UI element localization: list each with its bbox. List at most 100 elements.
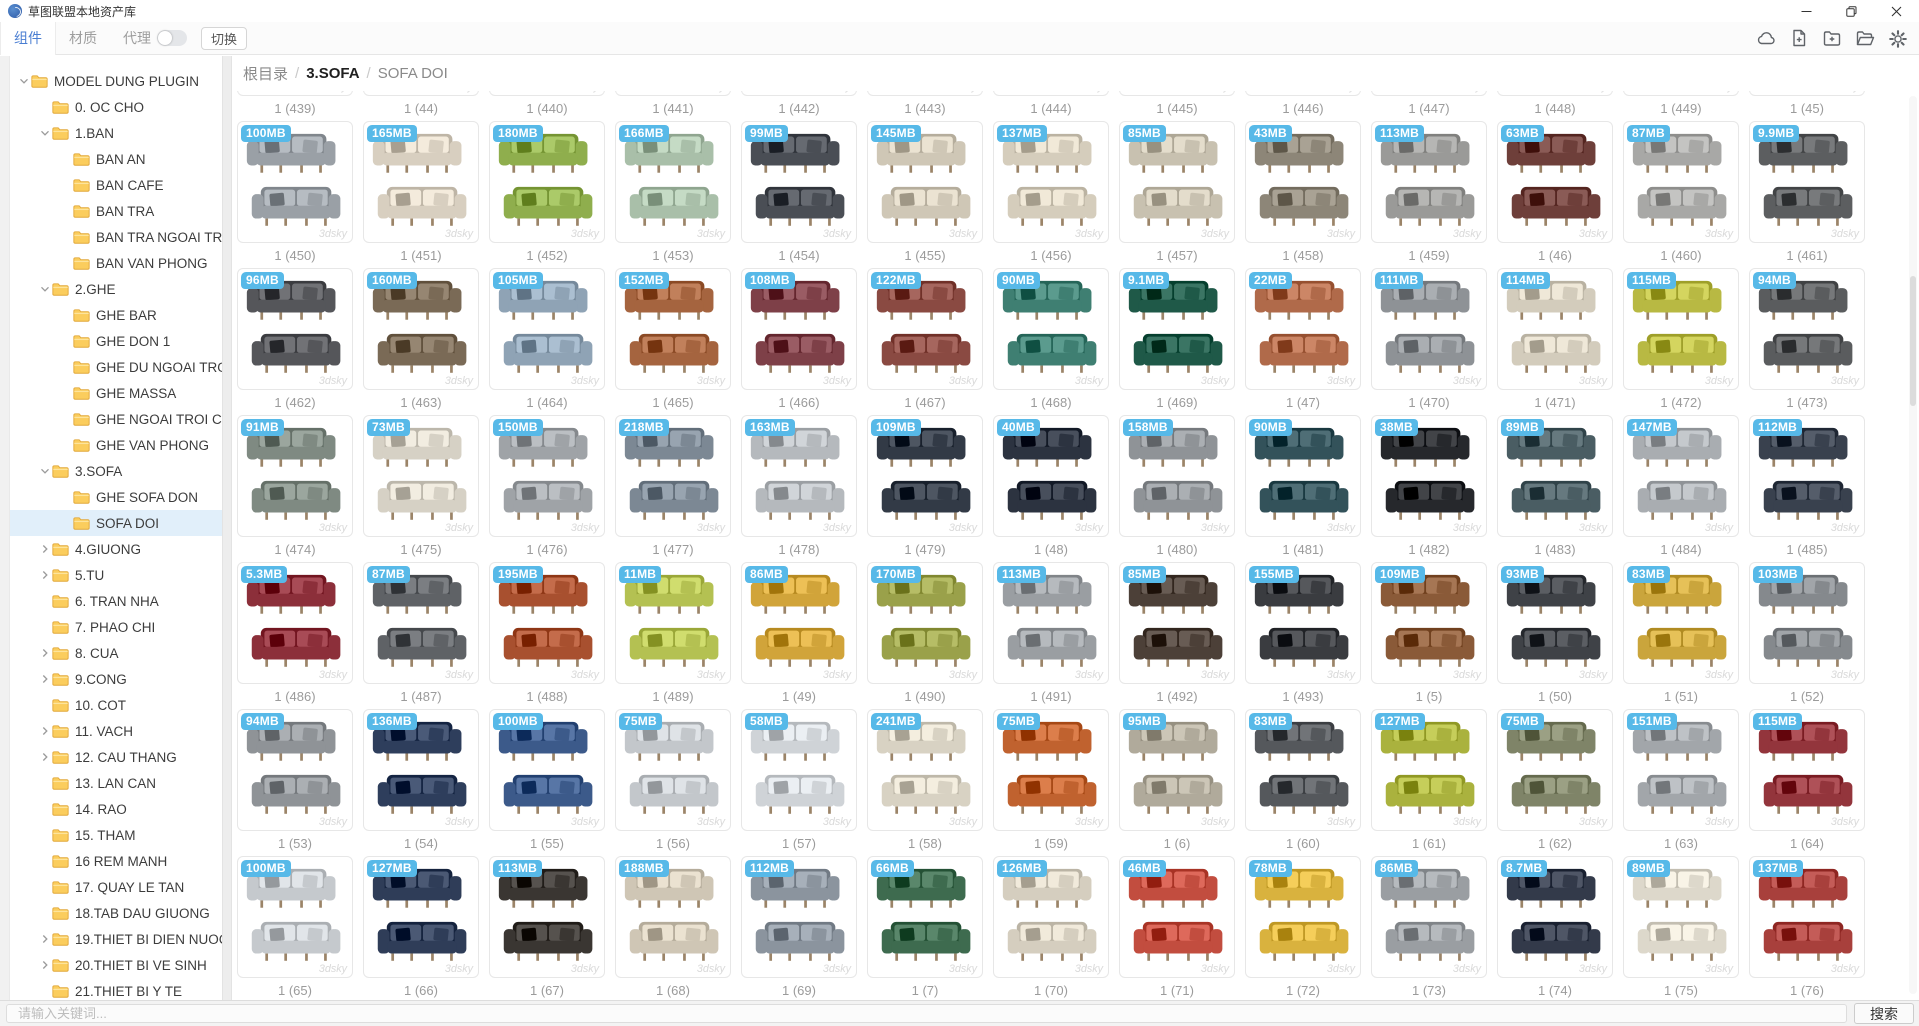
tree-item-ban-tra[interactable]: BAN TRA [10, 198, 222, 224]
switch-button[interactable]: 切换 [201, 27, 247, 50]
asset-card[interactable]: 3dsky165MB [363, 121, 479, 243]
tree-item-13-lan-can[interactable]: 13. LAN CAN [10, 770, 222, 796]
asset-card[interactable]: 3dsky95MB [1119, 709, 1235, 831]
asset-card[interactable]: 3dsky87MB [1623, 121, 1739, 243]
asset-card[interactable]: 3dsky96MB [237, 268, 353, 390]
asset-card[interactable]: 3dsky11MB [615, 562, 731, 684]
tree-item-ban-cafe[interactable]: BAN CAFE [10, 172, 222, 198]
asset-card[interactable]: 3dsky43MB [1245, 121, 1361, 243]
asset-card[interactable]: 3dsky111MB [1371, 268, 1487, 390]
file-plus-icon[interactable] [1786, 26, 1812, 52]
asset-card[interactable]: 3dsky90MB [1245, 415, 1361, 537]
asset-card[interactable]: 3dsky108MB [741, 268, 857, 390]
cloud-icon[interactable] [1753, 26, 1779, 52]
asset-card[interactable]: 3dsky9.1MB [1119, 268, 1235, 390]
asset-card[interactable]: 3dsky40MB [993, 415, 1109, 537]
asset-card[interactable]: 3dsky160MB [363, 268, 479, 390]
asset-card[interactable]: 3dsky63MB [1497, 121, 1613, 243]
asset-card[interactable]: 3dsky163MB [741, 415, 857, 537]
asset-card[interactable]: 3dsky73MB [363, 415, 479, 537]
tree-item-ban-an[interactable]: BAN AN [10, 146, 222, 172]
chevron-right-icon[interactable] [37, 569, 52, 581]
asset-card[interactable]: 3dsky195MB [489, 562, 605, 684]
asset-card[interactable]: 3dsky58MB [741, 709, 857, 831]
asset-card[interactable]: 3dsky94MB [1749, 268, 1865, 390]
asset-card[interactable]: 3dsky94MB [237, 709, 353, 831]
asset-card[interactable]: 3dsky90MB [993, 268, 1109, 390]
asset-card[interactable]: 3dsky99MB [741, 121, 857, 243]
tree-item-12-cau-thang[interactable]: 12. CAU THANG [10, 744, 222, 770]
asset-card[interactable]: 3dsky170MB [867, 562, 983, 684]
asset-card[interactable]: 3dsky109MB [867, 415, 983, 537]
asset-card[interactable]: 3dsky [1749, 91, 1865, 96]
tree-item-0-oc-cho[interactable]: 0. OC CHO [10, 94, 222, 120]
tree-item-ghe-du-ngoai-troi[interactable]: GHE DU NGOAI TROI [10, 354, 222, 380]
asset-card[interactable]: 3dsky127MB [1371, 709, 1487, 831]
asset-card[interactable]: 3dsky [237, 91, 353, 96]
asset-card[interactable]: 3dsky113MB [489, 856, 605, 978]
asset-card[interactable]: 3dsky103MB [1749, 562, 1865, 684]
asset-card[interactable]: 3dsky86MB [741, 562, 857, 684]
asset-card[interactable]: 3dsky46MB [1119, 856, 1235, 978]
tree-item-15-tham[interactable]: 15. THAM [10, 822, 222, 848]
chevron-right-icon[interactable] [37, 673, 52, 685]
asset-card[interactable]: 3dsky89MB [1497, 415, 1613, 537]
asset-card[interactable]: 3dsky113MB [993, 562, 1109, 684]
asset-card[interactable]: 3dsky5.3MB [237, 562, 353, 684]
chevron-right-icon[interactable] [37, 751, 52, 763]
search-button[interactable]: 搜索 [1854, 1003, 1914, 1024]
asset-card[interactable]: 3dsky [1119, 91, 1235, 96]
tree-item-7-phao-chi[interactable]: 7. PHAO CHI [10, 614, 222, 640]
tree-item-ban-van-phong[interactable]: BAN VAN PHONG [10, 250, 222, 276]
asset-card[interactable]: 3dsky38MB [1371, 415, 1487, 537]
asset-card[interactable]: 3dsky127MB [363, 856, 479, 978]
asset-card[interactable]: 3dsky150MB [489, 415, 605, 537]
tree-item-2-ghe[interactable]: 2.GHE [10, 276, 222, 302]
tree-item-sofa-doi[interactable]: SOFA DOI [10, 510, 222, 536]
asset-card[interactable]: 3dsky85MB [1119, 121, 1235, 243]
asset-card[interactable]: 3dsky [1371, 91, 1487, 96]
asset-card[interactable]: 3dsky75MB [993, 709, 1109, 831]
asset-card[interactable]: 3dsky152MB [615, 268, 731, 390]
asset-card[interactable]: 3dsky75MB [1497, 709, 1613, 831]
asset-card[interactable]: 3dsky188MB [615, 856, 731, 978]
tree-item-16-rem-manh[interactable]: 16 REM MANH [10, 848, 222, 874]
asset-card[interactable]: 3dsky155MB [1245, 562, 1361, 684]
proxy-toggle[interactable] [157, 30, 187, 46]
asset-card[interactable]: 3dsky158MB [1119, 415, 1235, 537]
maximize-restore-button[interactable] [1829, 0, 1874, 22]
tree-item-ghe-bar[interactable]: GHE BAR [10, 302, 222, 328]
asset-card[interactable]: 3dsky136MB [363, 709, 479, 831]
tab-materials[interactable]: 材质 [56, 22, 110, 55]
asset-card[interactable]: 3dsky75MB [615, 709, 731, 831]
asset-card[interactable]: 3dsky151MB [1623, 709, 1739, 831]
tree-item-ban-tra-ngoai-troi[interactable]: BAN TRA NGOAI TROI [10, 224, 222, 250]
tree-item-20-thiet-bi-ve-sinh[interactable]: 20.THIET BI VE SINH [10, 952, 222, 978]
asset-card[interactable]: 3dsky122MB [867, 268, 983, 390]
chevron-down-icon[interactable] [16, 75, 31, 87]
tree-item-ghe-sofa-don[interactable]: GHE SOFA DON [10, 484, 222, 510]
asset-card[interactable]: 3dsky86MB [1371, 856, 1487, 978]
tree-item-17-quay-le-tan[interactable]: 17. QUAY LE TAN [10, 874, 222, 900]
asset-card[interactable]: 3dsky83MB [1623, 562, 1739, 684]
sidebar-scrollbar[interactable] [0, 56, 10, 1000]
tree-item-9-cong[interactable]: 9.CONG [10, 666, 222, 692]
tree-item-3-sofa[interactable]: 3.SOFA [10, 458, 222, 484]
asset-card[interactable]: 3dsky [867, 91, 983, 96]
asset-card[interactable]: 3dsky137MB [1749, 856, 1865, 978]
asset-card[interactable]: 3dsky83MB [1245, 709, 1361, 831]
tree-item-1-ban[interactable]: 1.BAN [10, 120, 222, 146]
asset-card[interactable]: 3dsky78MB [1245, 856, 1361, 978]
tree-item-19-thiet-bi-dien-nuoc[interactable]: 19.THIET BI DIEN NUOC [10, 926, 222, 952]
chevron-down-icon[interactable] [37, 465, 52, 477]
chevron-right-icon[interactable] [37, 933, 52, 945]
tree-item-14-rao[interactable]: 14. RAO [10, 796, 222, 822]
search-input[interactable] [6, 1004, 1847, 1023]
asset-card[interactable]: 3dsky180MB [489, 121, 605, 243]
asset-card[interactable]: 3dsky66MB [867, 856, 983, 978]
asset-card[interactable]: 3dsky93MB [1497, 562, 1613, 684]
chevron-down-icon[interactable] [37, 283, 52, 295]
tree-item-model-dung-plugin[interactable]: MODEL DUNG PLUGIN [10, 68, 222, 94]
asset-card[interactable]: 3dsky137MB [993, 121, 1109, 243]
asset-card[interactable]: 3dsky [741, 91, 857, 96]
